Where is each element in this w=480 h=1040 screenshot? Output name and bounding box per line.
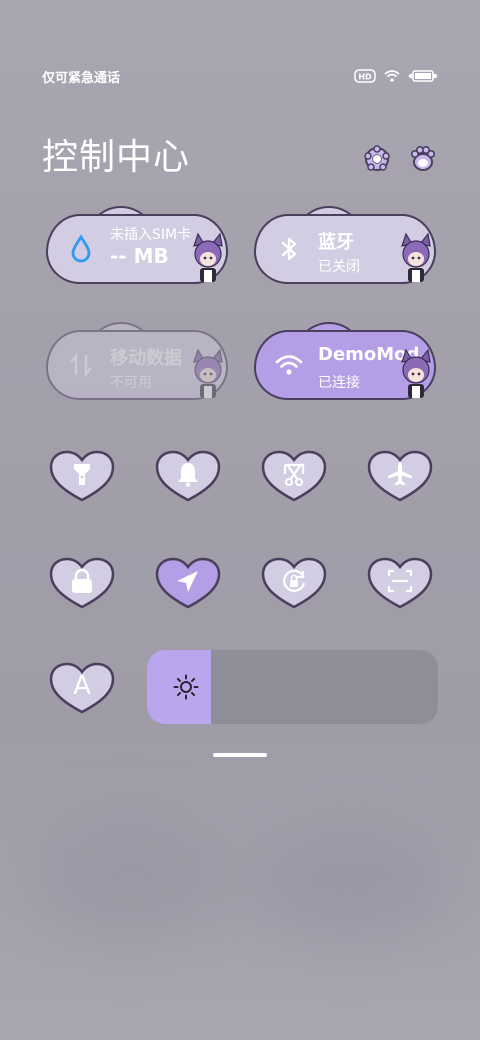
tile-subtitle: -- MB	[110, 244, 169, 268]
lock-icon	[72, 568, 92, 593]
auto-rotate-toggle[interactable]	[261, 557, 327, 609]
tile-mobile-data[interactable]: 移动数据 不可用	[46, 322, 228, 400]
rotate-lock-icon	[283, 569, 306, 592]
carrier-text: 仅可紧急通话	[42, 70, 121, 86]
tile-subtitle: 不可用	[110, 375, 152, 391]
letter-a-icon: A	[73, 671, 91, 701]
paw-icon[interactable]	[408, 144, 438, 174]
sun-icon	[173, 674, 199, 700]
scan-icon	[387, 569, 413, 593]
battery-icon	[408, 70, 438, 82]
flashlight-icon	[74, 464, 90, 485]
flashlight-toggle[interactable]	[49, 450, 115, 502]
brightness-slider[interactable]	[147, 650, 438, 724]
status-bar: 仅可紧急通话 HD	[42, 66, 438, 86]
water-drop-icon	[71, 234, 91, 263]
status-icons: HD	[354, 69, 438, 83]
wifi-icon	[384, 70, 400, 82]
scissors-icon	[283, 463, 305, 486]
tile-title: 未插入SIM卡	[110, 227, 192, 243]
tile-subtitle: 已连接	[318, 375, 360, 391]
wifi-icon	[275, 355, 303, 375]
avatar-sticker-icon	[193, 232, 223, 282]
bluetooth-icon	[281, 237, 297, 261]
lock-screen-toggle[interactable]	[49, 557, 115, 609]
gear-icon[interactable]	[362, 144, 392, 174]
tile-subtitle: 已关闭	[318, 259, 360, 275]
scanner-toggle[interactable]	[367, 557, 433, 609]
data-arrows-icon	[70, 352, 92, 378]
background-blur	[30, 820, 230, 940]
airplane-icon	[388, 462, 412, 486]
location-arrow-icon	[177, 571, 198, 592]
avatar-sticker-icon	[401, 348, 431, 398]
screenshot-toggle[interactable]	[261, 450, 327, 502]
tile-bluetooth[interactable]: 蓝牙 已关闭	[254, 206, 436, 284]
avatar-sticker-icon	[401, 232, 431, 282]
ringer-toggle[interactable]	[155, 450, 221, 502]
tile-title: 移动数据	[110, 348, 182, 369]
home-handle[interactable]	[213, 753, 267, 757]
avatar-sticker-icon	[193, 348, 223, 398]
page-title: 控制中心	[42, 137, 191, 178]
location-toggle[interactable]	[155, 557, 221, 609]
tile-title: 蓝牙	[318, 232, 354, 253]
auto-brightness-toggle[interactable]: A	[49, 662, 115, 714]
bell-icon	[178, 463, 198, 487]
tile-mobile-data-usage[interactable]: 未插入SIM卡 -- MB	[46, 206, 228, 284]
tile-wifi[interactable]: DemoMod 已连接	[254, 322, 436, 400]
background-blur	[250, 830, 450, 940]
airplane-mode-toggle[interactable]	[367, 450, 433, 502]
svg-text:HD: HD	[358, 73, 372, 82]
hd-icon: HD	[354, 69, 376, 83]
